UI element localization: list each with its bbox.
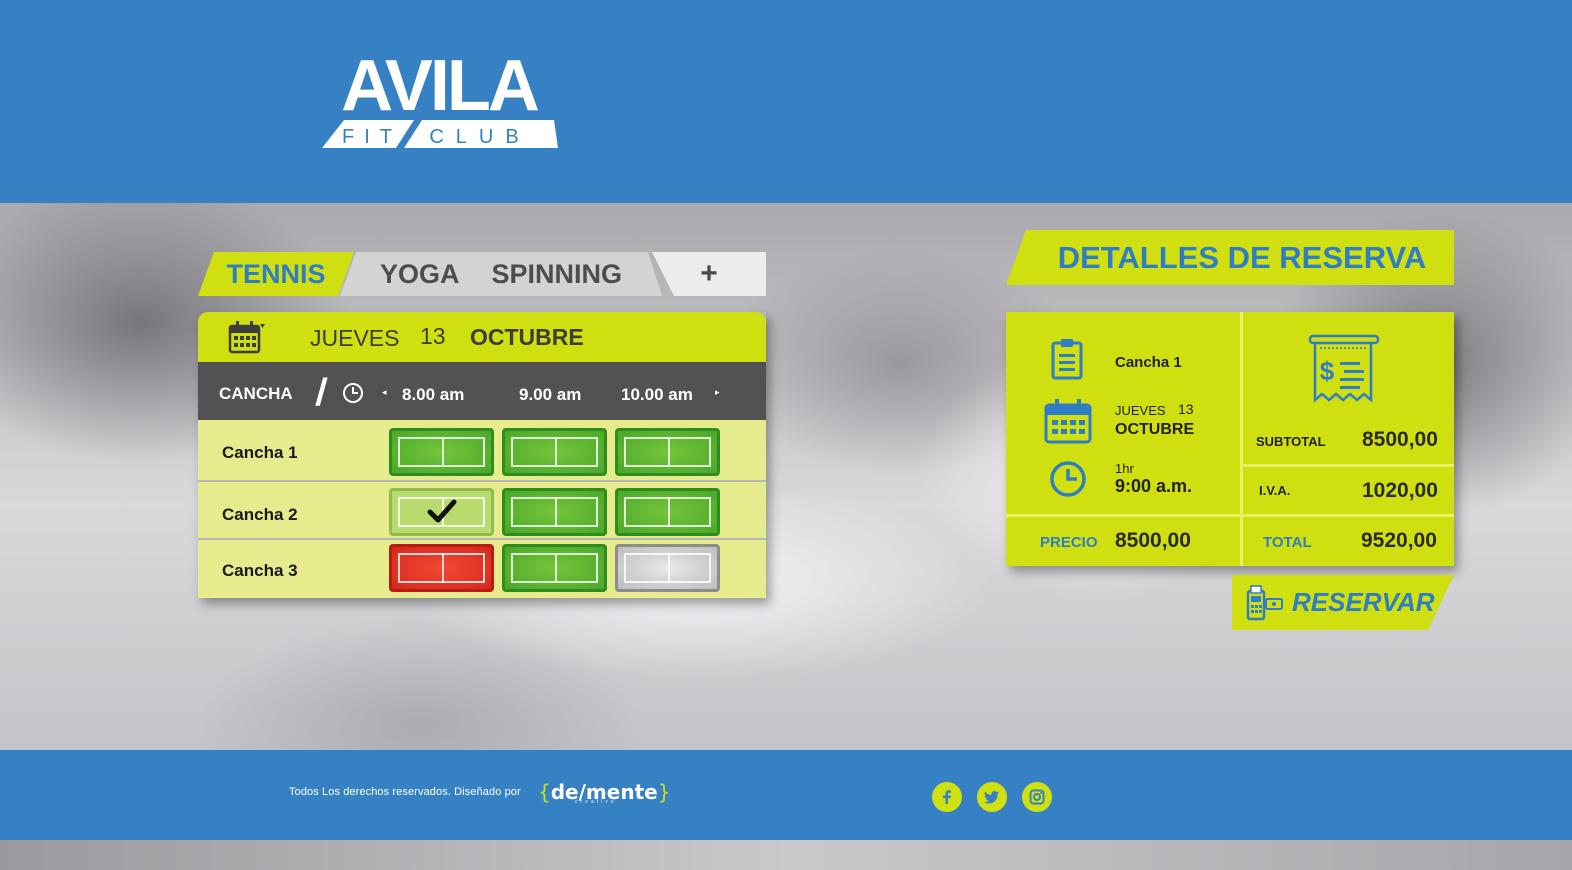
prev-time-arrow[interactable]: ◂ [382,387,387,398]
detail-court: Cancha 1 [1115,354,1182,371]
facebook-icon [943,790,951,804]
tab-group: YOGA SPINNING [340,252,662,296]
court-slot[interactable] [502,488,607,536]
pos-terminal-icon [1246,585,1284,621]
precio-label: PRECIO [1040,534,1098,551]
facebook-link[interactable] [932,782,962,812]
divider [1240,312,1243,566]
detail-month: OCTUBRE [1115,421,1195,438]
court-slot[interactable] [502,428,607,476]
reserve-button[interactable]: RESERVAR [1232,575,1454,630]
court-row: Cancha 2 [198,482,766,540]
detail-day-number: 13 [1178,401,1194,417]
time-slot-3: 10.00 am [621,385,693,404]
avila-logo[interactable]: AVILA FIT CLUB [318,48,560,152]
iva-value: 1020,00 [1362,479,1438,502]
reserve-label: RESERVAR [1292,587,1435,617]
court-slot[interactable] [389,428,494,476]
cancha-header: CANCHA [219,384,293,403]
time-bar: CANCHA / ◂ 8.00 am 9.00 am 10.00 am ▸ [198,362,766,420]
detail-time: 9:00 a.m. [1115,476,1193,496]
tab-tennis[interactable]: TENNIS [198,252,354,296]
court-slot[interactable] [389,544,494,592]
court-slot[interactable] [615,428,720,476]
date-day: JUEVES [310,325,400,351]
tab-yoga[interactable]: YOGA [380,259,460,290]
court-slot[interactable] [615,488,720,536]
calendar-icon[interactable] [228,320,266,354]
date-bar: JUEVES 13 OCTUBRE [198,312,766,362]
logo-main: AVILA [341,48,539,126]
booking-panel: JUEVES 13 OCTUBRE CANCHA / ◂ 8.00 am 9.0… [198,312,766,598]
court-slot[interactable] [502,544,607,592]
time-slot-1: 8.00 am [402,385,465,404]
receipt-icon: $ [1308,334,1380,403]
tab-tennis-label: TENNIS [226,258,326,289]
tab-spinning[interactable]: SPINNING [491,259,622,290]
twitter-icon [984,791,999,804]
date-month: OCTUBRE [470,324,584,350]
logo-club: CLUB [429,126,530,148]
subtotal-label: SUBTOTAL [1256,434,1326,449]
detail-duration: 1hr [1115,461,1134,476]
iva-label: I.V.A. [1259,483,1291,498]
clock-icon [1050,461,1086,497]
add-activity-label: + [700,257,718,290]
total-value: 9520,00 [1361,529,1437,552]
twitter-link[interactable] [977,782,1007,812]
divider [1240,464,1454,467]
court-label: Cancha 3 [222,561,298,580]
bottom-strip [0,840,1572,870]
precio-value: 8500,00 [1115,529,1191,552]
instagram-link[interactable] [1022,782,1052,812]
header [0,0,1572,203]
footer [0,750,1572,840]
clipboard-icon [1051,339,1083,380]
court-label: Cancha 2 [222,505,298,524]
svg-text:$: $ [1320,356,1335,386]
court-row: Cancha 3 [198,540,766,598]
court-row: Cancha 1 [198,420,766,482]
divider [1006,514,1454,517]
total-label: TOTAL [1263,534,1312,551]
court-slot[interactable] [389,488,494,536]
date-number: 13 [420,323,446,349]
divider-slash: / [314,372,329,414]
brand-brace-close: } [657,780,671,804]
calendar-icon [1044,399,1092,444]
details-title: DETALLES DE RESERVA [1006,230,1454,285]
court-label: Cancha 1 [222,443,298,462]
copyright-text: Todos Los derechos reservados. Diseñado … [289,786,521,798]
court-slot[interactable] [615,544,720,592]
reservation-details: Cancha 1 JUEVES 13 OCTUBRE 1hr 9:00 a.m.… [1006,312,1454,566]
time-slot-2: 9.00 am [519,385,582,404]
next-time-arrow[interactable]: ▸ [715,387,720,398]
brand-subtitle: creativo [575,799,617,805]
instagram-icon [1029,789,1045,805]
brand-brace-open: { [538,780,551,804]
subtotal-value: 8500,00 [1362,428,1438,451]
logo-fit: FIT [342,126,402,148]
checkmark-icon [427,499,456,523]
clock-icon [343,383,363,403]
detail-day: JUEVES [1115,403,1166,418]
